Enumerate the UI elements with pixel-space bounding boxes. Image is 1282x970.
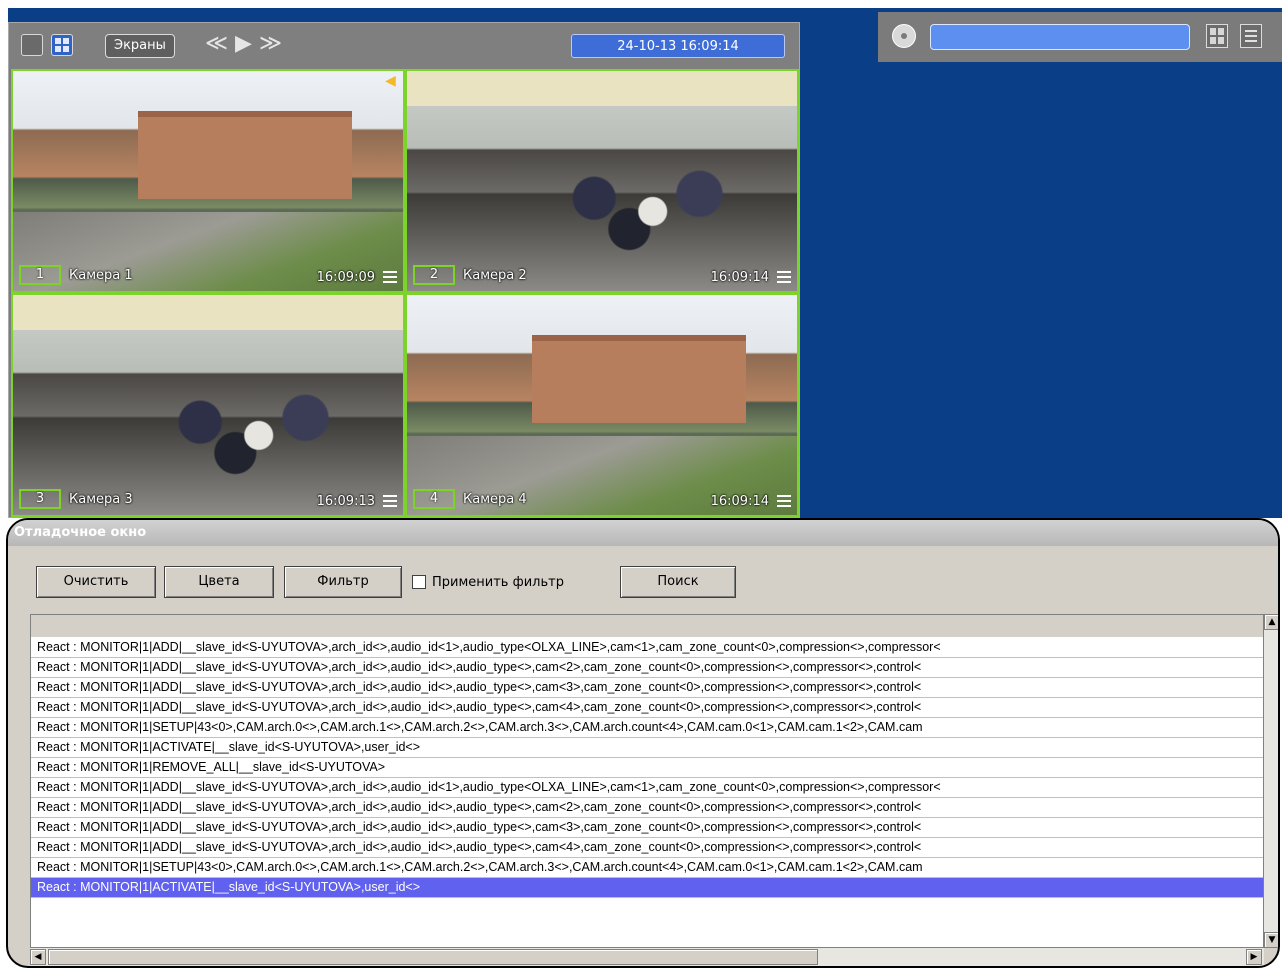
menu-icon[interactable] [383, 271, 397, 283]
log-row[interactable]: React : MONITOR|1|SETUP|43<0>,CAM.arch.0… [31, 718, 1263, 738]
apply-filter-box[interactable] [412, 575, 426, 589]
video-monitor-window: Экраны ≪ ▶ ≫ 24-10-13 16:09:14 ◀ 1 Камер… [8, 22, 800, 518]
camera-name: Камера 3 [69, 492, 133, 507]
menu-icon[interactable] [383, 495, 397, 507]
log-row[interactable]: React : MONITOR|1|REMOVE_ALL|__slave_id<… [31, 758, 1263, 778]
log-row[interactable]: React : MONITOR|1|ADD|__slave_id<S-UYUTO… [31, 638, 1263, 658]
camera-2-video [407, 71, 797, 291]
camera-number: 2 [413, 265, 455, 285]
horizontal-scroll-thumb[interactable] [48, 949, 818, 965]
speaker-icon[interactable]: ◀ [385, 73, 399, 89]
log-row[interactable]: React : MONITOR|1|ADD|__slave_id<S-UYUTO… [31, 678, 1263, 698]
clear-button[interactable]: Очистить [36, 566, 156, 598]
camera-tile-2[interactable]: 2 Камера 2 16:09:14 [405, 69, 799, 293]
scroll-up-icon[interactable]: ▲ [1264, 614, 1278, 630]
scroll-right-icon[interactable]: ▶ [1246, 949, 1262, 965]
play-icon[interactable]: ▶ [235, 32, 252, 56]
log-row[interactable]: React : MONITOR|1|SETUP|43<0>,CAM.arch.0… [31, 858, 1263, 878]
camera-1-video [13, 71, 403, 291]
monitor-toolbar: Экраны ≪ ▶ ≫ 24-10-13 16:09:14 [9, 23, 799, 69]
log-row[interactable]: React : MONITOR|1|ADD|__slave_id<S-UYUTO… [31, 778, 1263, 798]
log-header [31, 615, 1263, 638]
log-row[interactable]: React : MONITOR|1|ACTIVATE|__slave_id<S-… [31, 738, 1263, 758]
horizontal-scrollbar[interactable]: ◀ ▶ [30, 948, 1264, 966]
camera-name: Камера 4 [463, 492, 527, 507]
scroll-down-icon[interactable]: ▼ [1264, 932, 1278, 948]
screens-button[interactable]: Экраны [105, 34, 175, 58]
control-panel [878, 12, 1282, 62]
log-row[interactable]: React : MONITOR|1|ADD|__slave_id<S-UYUTO… [31, 838, 1263, 858]
log-row[interactable]: React : MONITOR|1|ADD|__slave_id<S-UYUTO… [31, 798, 1263, 818]
grid-view-icon[interactable] [51, 34, 73, 56]
camera-tile-1[interactable]: ◀ 1 Камера 1 16:09:09 [11, 69, 405, 293]
vertical-scrollbar[interactable]: ▲ ▼ [1264, 614, 1278, 948]
camera-name: Камера 2 [463, 268, 527, 283]
filter-button[interactable]: Фильтр [284, 566, 402, 598]
list-icon[interactable] [1240, 24, 1262, 48]
camera-time: 16:09:13 [316, 494, 375, 509]
camera-time: 16:09:14 [710, 270, 769, 285]
log-row[interactable]: React : MONITOR|1|ADD|__slave_id<S-UYUTO… [31, 818, 1263, 838]
camera-select-input[interactable] [930, 24, 1190, 50]
menu-icon[interactable] [777, 495, 791, 507]
camera-number: 4 [413, 489, 455, 509]
camera-tile-4[interactable]: 4 Камера 4 16:09:14 [405, 293, 799, 517]
log-row[interactable]: React : MONITOR|1|ADD|__slave_id<S-UYUTO… [31, 658, 1263, 678]
search-button[interactable]: Поиск [620, 566, 736, 598]
camera-tile-3[interactable]: 3 Камера 3 16:09:13 [11, 293, 405, 517]
camera-3-video [13, 295, 403, 515]
colors-button[interactable]: Цвета [164, 566, 274, 598]
camera-name: Камера 1 [69, 268, 133, 283]
previous-icon[interactable]: ≪ [205, 32, 228, 56]
camera-time: 16:09:14 [710, 494, 769, 509]
camera-4-video [407, 295, 797, 515]
camera-number: 1 [19, 265, 61, 285]
menu-icon[interactable] [777, 271, 791, 283]
debug-window-title: Отладочное окно [8, 520, 1278, 546]
ptz-icon[interactable] [892, 24, 916, 48]
log-row[interactable]: React : MONITOR|1|ADD|__slave_id<S-UYUTO… [31, 698, 1263, 718]
camera-number: 3 [19, 489, 61, 509]
log-list[interactable]: React : MONITOR|1|ADD|__slave_id<S-UYUTO… [30, 614, 1264, 948]
single-view-icon[interactable] [21, 34, 43, 56]
apply-filter-label: Применить фильтр [432, 575, 564, 590]
datetime-display: 24-10-13 16:09:14 [571, 34, 785, 58]
log-row-selected[interactable]: React : MONITOR|1|ACTIVATE|__slave_id<S-… [31, 878, 1263, 898]
scroll-left-icon[interactable]: ◀ [30, 949, 46, 965]
camera-time: 16:09:09 [316, 270, 375, 285]
debug-window: Отладочное окно Очистить Цвета Фильтр Пр… [6, 518, 1280, 968]
layout-grid-icon[interactable] [1206, 24, 1228, 48]
next-icon[interactable]: ≫ [259, 32, 282, 56]
